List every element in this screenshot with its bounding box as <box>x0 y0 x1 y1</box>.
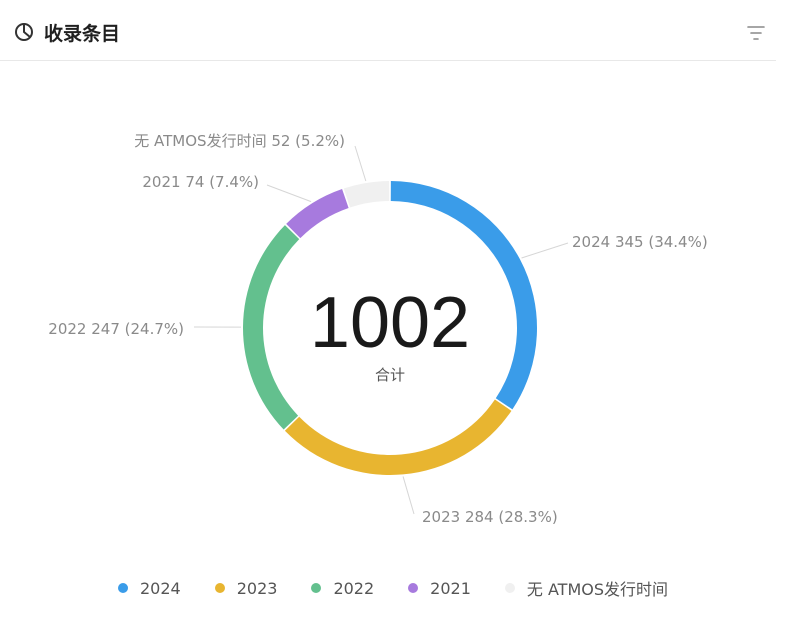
donut-slice-4[interactable] <box>343 181 390 208</box>
legend-label: 无 ATMOS发行时间 <box>526 580 668 599</box>
slice-label-4: 无 ATMOS发行时间 52 (5.2%) <box>134 132 345 150</box>
leader-line-0 <box>521 242 569 259</box>
legend-label: 2022 <box>333 578 375 598</box>
slice-label-1: 2023 284 (28.3%) <box>422 508 558 526</box>
chart-legend: 2024 2023 2022 2021 无 ATMOS发行时间 <box>118 576 702 600</box>
total-value: 1002 <box>310 283 470 363</box>
legend-item-3[interactable]: 2021 <box>408 579 471 598</box>
legend-item-2[interactable]: 2022 <box>311 579 374 598</box>
legend-swatch <box>311 583 322 593</box>
donut-slice-2[interactable] <box>243 225 300 430</box>
leader-line-1 <box>402 476 415 515</box>
legend-swatch <box>408 583 419 593</box>
donut-chart: 2024 345 (34.4%) 2023 284 (28.3%) 2022 247… <box>48 132 708 526</box>
total-label: 合计 <box>375 366 405 384</box>
donut-slice-1[interactable] <box>284 399 512 475</box>
leader-line-3 <box>266 184 312 203</box>
legend-swatch <box>504 583 515 593</box>
slice-label-3: 2021 74 (7.4%) <box>142 173 259 191</box>
slice-label-2: 2022 247 (24.7%) <box>48 320 184 338</box>
leader-line-4 <box>354 145 367 182</box>
slice-label-0: 2024 345 (34.4%) <box>572 233 708 251</box>
legend-label: 2021 <box>430 578 471 598</box>
legend-label: 2024 <box>140 578 181 598</box>
legend-item-4[interactable]: 无 ATMOS发行时间 <box>504 576 668 600</box>
donut-slice-3[interactable] <box>286 189 349 239</box>
legend-label: 2023 <box>236 578 278 598</box>
legend-swatch <box>214 583 225 593</box>
legend-swatch <box>118 583 128 593</box>
legend-item-0[interactable]: 2024 <box>118 579 181 598</box>
legend-item-1[interactable]: 2023 <box>214 578 278 598</box>
